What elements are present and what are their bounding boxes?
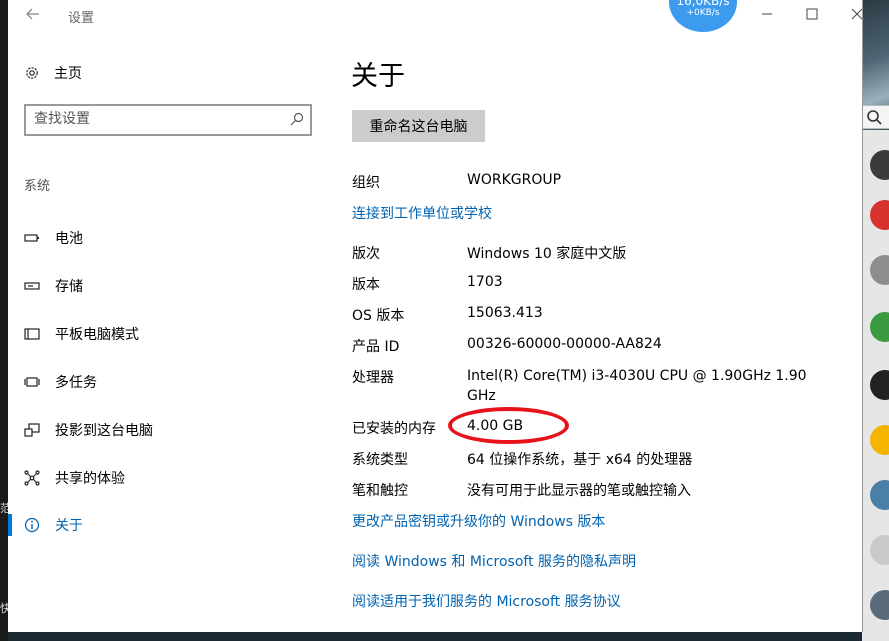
org-value: WORKGROUP: [467, 172, 562, 188]
nav-home[interactable]: 主页: [24, 62, 82, 84]
title-bar: 设置 16,0KB/s +0KB/s: [8, 0, 863, 32]
sidebar-item-label: 存储: [55, 279, 83, 295]
project-icon: [24, 423, 40, 437]
active-indicator: [8, 514, 12, 536]
spec-value: Windows 10 家庭中文版: [467, 246, 627, 262]
spec-label: 版本: [352, 277, 380, 293]
sidebar-item-project[interactable]: 投影到这台电脑: [24, 419, 153, 441]
maximize-button[interactable]: [801, 6, 823, 26]
spec-value: 64 位操作系统，基于 x64 的处理器: [467, 452, 693, 468]
spec-label: 版次: [352, 246, 380, 262]
spec-value: 15063.413: [467, 305, 543, 321]
network-speed-widget[interactable]: 16,0KB/s +0KB/s: [669, 0, 737, 32]
sidebar-item-multitasking[interactable]: 多任务: [24, 371, 97, 393]
multitasking-icon: [24, 377, 40, 387]
nav-home-label: 主页: [54, 66, 82, 82]
sidebar-item-label: 电池: [55, 231, 83, 247]
sidebar-item-battery[interactable]: 电池: [24, 227, 83, 249]
spec-value: Intel(R) Core(TM) i3-4030U CPU @ 1.90GHz…: [467, 368, 807, 404]
background-search-bar[interactable]: [862, 105, 889, 129]
shared-experience-icon: [24, 470, 40, 486]
spec-label: 处理器: [352, 370, 394, 386]
gear-icon: [26, 67, 38, 79]
sidebar-item-label: 投影到这台电脑: [55, 423, 153, 439]
spec-label: 已安装的内存: [352, 421, 436, 437]
settings-search-box[interactable]: [24, 104, 312, 136]
search-icon[interactable]: [290, 112, 304, 126]
storage-icon: [24, 282, 40, 290]
page-title: 关于: [351, 61, 405, 92]
section-label-system: 系统: [24, 179, 51, 194]
battery-icon: [24, 234, 39, 242]
spec-value: 1703: [467, 274, 503, 290]
arrow-left-icon: [26, 8, 39, 20]
sidebar-item-storage[interactable]: 存储: [24, 275, 83, 297]
sidebar-item-shared-experience[interactable]: 共享的体验: [24, 467, 125, 489]
minimize-button[interactable]: [756, 6, 778, 26]
spec-label: OS 版本: [352, 308, 405, 324]
spec-label: 产品 ID: [352, 339, 400, 355]
spec-label: 系统类型: [352, 452, 408, 468]
tablet-mode-icon: [24, 328, 40, 340]
rename-pc-button[interactable]: 重命名这台电脑: [352, 110, 485, 142]
sidebar-item-label: 多任务: [55, 375, 97, 391]
info-icon: [24, 517, 40, 533]
search-icon: [867, 110, 882, 125]
service-agreement-link[interactable]: 阅读适用于我们服务的 Microsoft 服务协议: [352, 591, 621, 611]
upload-speed: 16,0KB/s: [676, 0, 730, 8]
sidebar-item-label: 共享的体验: [55, 471, 125, 487]
maximize-icon: [806, 8, 818, 20]
sidebar-item-about[interactable]: 关于: [24, 514, 83, 536]
spec-label: 笔和触控: [352, 483, 408, 499]
close-button[interactable]: [846, 6, 868, 26]
org-label: 组织: [352, 175, 380, 191]
spec-value: 00326-60000-00000-AA824: [467, 336, 662, 352]
close-icon: [851, 8, 863, 20]
privacy-statement-link[interactable]: 阅读 Windows 和 Microsoft 服务的隐私声明: [352, 551, 636, 571]
background-left-edge: 范 快: [0, 0, 11, 641]
minimize-icon: [762, 13, 772, 15]
settings-window: 设置 16,0KB/s +0KB/s 主页 查找设置 系统 电池 存储 平板电脑…: [8, 0, 863, 632]
highlight-ellipse: [448, 407, 569, 444]
spec-value: 没有可用于此显示器的笔或触控输入: [467, 483, 691, 499]
search-input[interactable]: [34, 109, 274, 129]
connect-work-school-link[interactable]: 连接到工作单位或学校: [352, 203, 492, 223]
sidebar-item-label: 关于: [55, 518, 83, 534]
back-button[interactable]: [22, 6, 44, 26]
sidebar-item-tablet-mode[interactable]: 平板电脑模式: [24, 323, 139, 345]
change-product-key-link[interactable]: 更改产品密钥或升级你的 Windows 版本: [352, 511, 605, 531]
window-title: 设置: [68, 11, 95, 26]
sidebar-item-label: 平板电脑模式: [55, 327, 139, 343]
download-speed: +0KB/s: [686, 8, 720, 18]
